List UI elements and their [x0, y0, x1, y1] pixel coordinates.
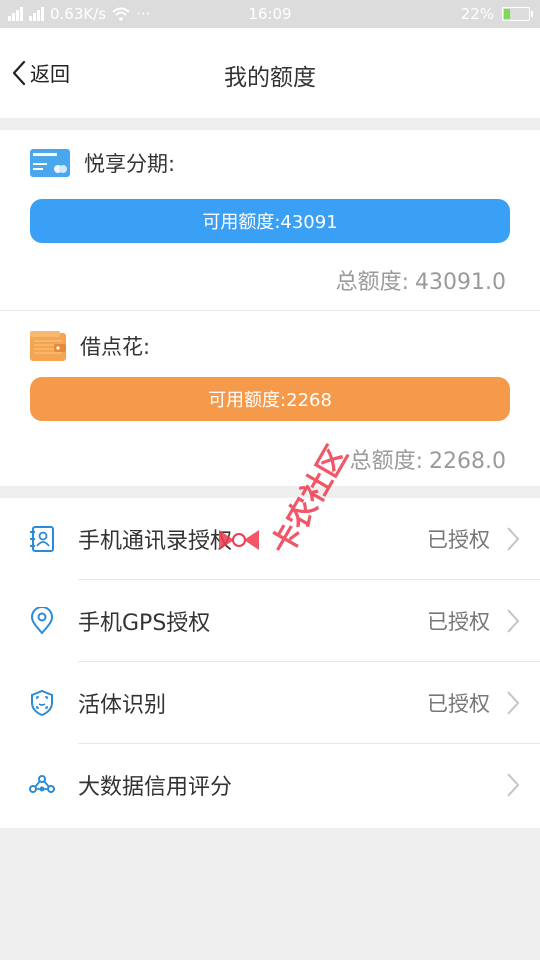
available-credit-bar[interactable]: 可用额度:2268	[30, 377, 510, 421]
nav-header: 返回 我的额度	[0, 28, 540, 118]
data-network-icon	[29, 775, 55, 793]
auth-label: 手机GPS授权	[78, 611, 211, 636]
credit-section-jiedianhua: 借点花: 可用额度:2268 总额度: 2268.0	[0, 310, 540, 487]
chevron-right-icon	[507, 691, 520, 715]
page-title: 我的额度	[224, 65, 316, 91]
auth-status: 已授权	[427, 610, 490, 634]
location-pin-icon	[30, 607, 54, 635]
credit-name: 悦享分期:	[84, 152, 176, 176]
auth-row-bigdata[interactable]: 大数据信用评分	[0, 744, 540, 826]
auth-label: 活体识别	[78, 693, 167, 718]
credit-section-yuexiang: 悦享分期: 可用额度:43091 总额度: 43091.0	[0, 130, 540, 310]
watermark-logo-icon	[219, 530, 259, 550]
contacts-icon	[30, 526, 54, 552]
authorization-list: 手机通讯录授权 已授权 手机GPS授权 已授权 活体识别 已授权 大数据信用评分	[0, 498, 540, 828]
auth-row-contacts[interactable]: 手机通讯录授权 已授权	[0, 498, 540, 580]
total-credit: 总额度: 2268.0	[350, 443, 506, 475]
status-time: 16:09	[248, 5, 292, 23]
chevron-right-icon	[507, 609, 520, 633]
auth-row-gps[interactable]: 手机GPS授权 已授权	[0, 580, 540, 662]
credit-header: 借点花:	[30, 331, 150, 361]
face-scan-icon	[31, 689, 53, 717]
battery-percent: 22%	[460, 5, 494, 23]
credit-card-icon	[30, 149, 70, 177]
auth-row-liveness[interactable]: 活体识别 已授权	[0, 662, 540, 744]
credit-header: 悦享分期:	[30, 148, 175, 178]
total-credit-value: 43091.0	[415, 270, 506, 295]
auth-label: 手机通讯录授权	[78, 529, 233, 554]
total-credit-value: 2268.0	[429, 449, 506, 474]
credit-name: 借点花:	[80, 335, 151, 359]
chevron-right-icon	[507, 773, 520, 797]
total-credit: 总额度: 43091.0	[336, 264, 506, 296]
status-bar: 0.63K/s ··· 16:09 22%	[0, 0, 540, 28]
available-credit-bar[interactable]: 可用额度:43091	[30, 199, 510, 243]
total-credit-label: 总额度:	[349, 449, 424, 474]
total-credit-label: 总额度:	[335, 270, 410, 295]
auth-label: 大数据信用评分	[78, 775, 233, 800]
credit-card-panel: 悦享分期: 可用额度:43091 总额度: 43091.0 借点花: 可用额度:2…	[0, 130, 540, 486]
wallet-icon	[30, 331, 66, 361]
auth-status: 已授权	[427, 528, 490, 552]
auth-status: 已授权	[427, 692, 490, 716]
battery-icon	[502, 7, 533, 21]
chevron-right-icon	[507, 527, 520, 551]
